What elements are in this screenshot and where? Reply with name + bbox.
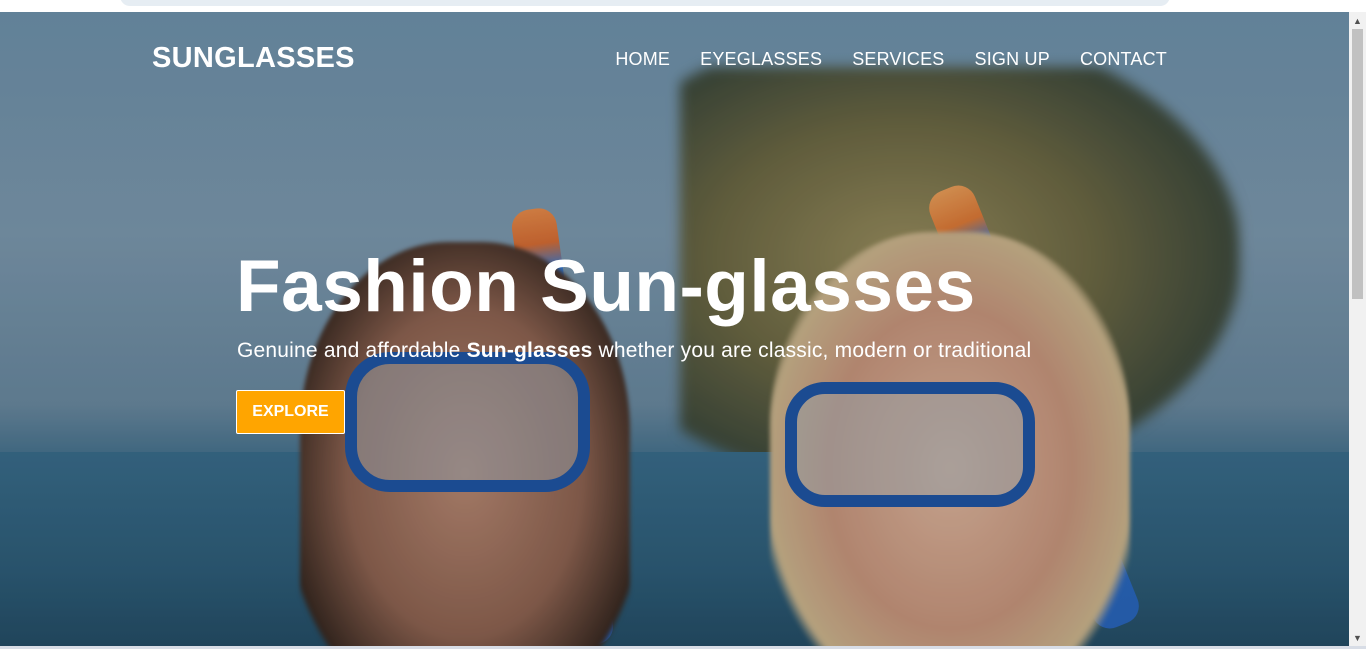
hero-subline-end: whether you are classic, modern or tradi… xyxy=(592,339,1032,362)
hero-overlay xyxy=(0,12,1349,646)
vertical-scrollbar[interactable]: ▲ ▼ xyxy=(1349,12,1366,646)
nav-item-sign-up[interactable]: SIGN UP xyxy=(975,49,1050,70)
hero-subline-bold: Sun-glasses xyxy=(466,339,593,362)
scroll-up-arrow-icon[interactable]: ▲ xyxy=(1349,12,1366,29)
hero-section xyxy=(0,12,1349,646)
main-nav: HOME EYEGLASSES SERVICES SIGN UP CONTACT xyxy=(615,49,1167,70)
nav-item-home[interactable]: HOME xyxy=(615,49,670,70)
brand-logo[interactable]: SUNGLASSES xyxy=(152,42,355,75)
browser-top-strip xyxy=(0,0,1366,12)
address-bar-edge xyxy=(120,0,1170,6)
nav-item-contact[interactable]: CONTACT xyxy=(1080,49,1167,70)
explore-button[interactable]: EXPLORE xyxy=(236,390,345,434)
hero-headline: Fashion Sun-glasses xyxy=(236,246,976,327)
hero-subline: Genuine and affordable Sun-glasses wheth… xyxy=(237,339,1031,363)
scrollbar-thumb[interactable] xyxy=(1352,29,1363,299)
scroll-down-arrow-icon[interactable]: ▼ xyxy=(1349,629,1366,646)
nav-item-eyeglasses[interactable]: EYEGLASSES xyxy=(700,49,822,70)
nav-item-services[interactable]: SERVICES xyxy=(852,49,944,70)
hero-subline-start: Genuine and affordable xyxy=(237,339,467,362)
